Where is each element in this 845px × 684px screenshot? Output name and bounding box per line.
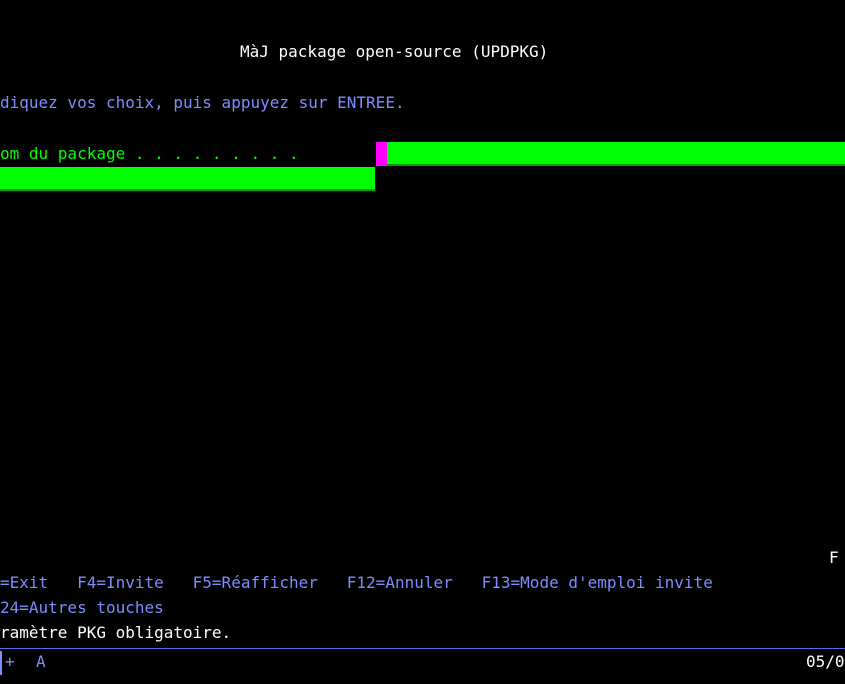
package-name-input-line1[interactable] bbox=[387, 142, 845, 166]
status-indicator: + bbox=[5, 652, 15, 671]
function-keys-row1[interactable]: =Exit F4=Invite F5=Réafficher F12=Annule… bbox=[0, 573, 713, 593]
instruction-text: diquez vos choix, puis appuyez sur ENTRE… bbox=[0, 93, 405, 112]
function-keys-row2[interactable]: 24=Autres touches bbox=[0, 598, 164, 618]
error-message: ramètre PKG obligatoire. bbox=[0, 623, 232, 642]
status-separator bbox=[0, 651, 2, 675]
screen-title: MàJ package open-source (UPDPKG) bbox=[240, 42, 549, 61]
more-indicator: F bbox=[829, 548, 839, 567]
package-name-input-line2[interactable] bbox=[0, 167, 375, 191]
package-name-label: om du package . . . . . . . . . bbox=[0, 144, 299, 163]
status-mode: A bbox=[36, 652, 46, 671]
text-cursor bbox=[376, 142, 387, 166]
status-bar bbox=[0, 648, 845, 684]
status-position: 05/0 bbox=[806, 652, 845, 671]
